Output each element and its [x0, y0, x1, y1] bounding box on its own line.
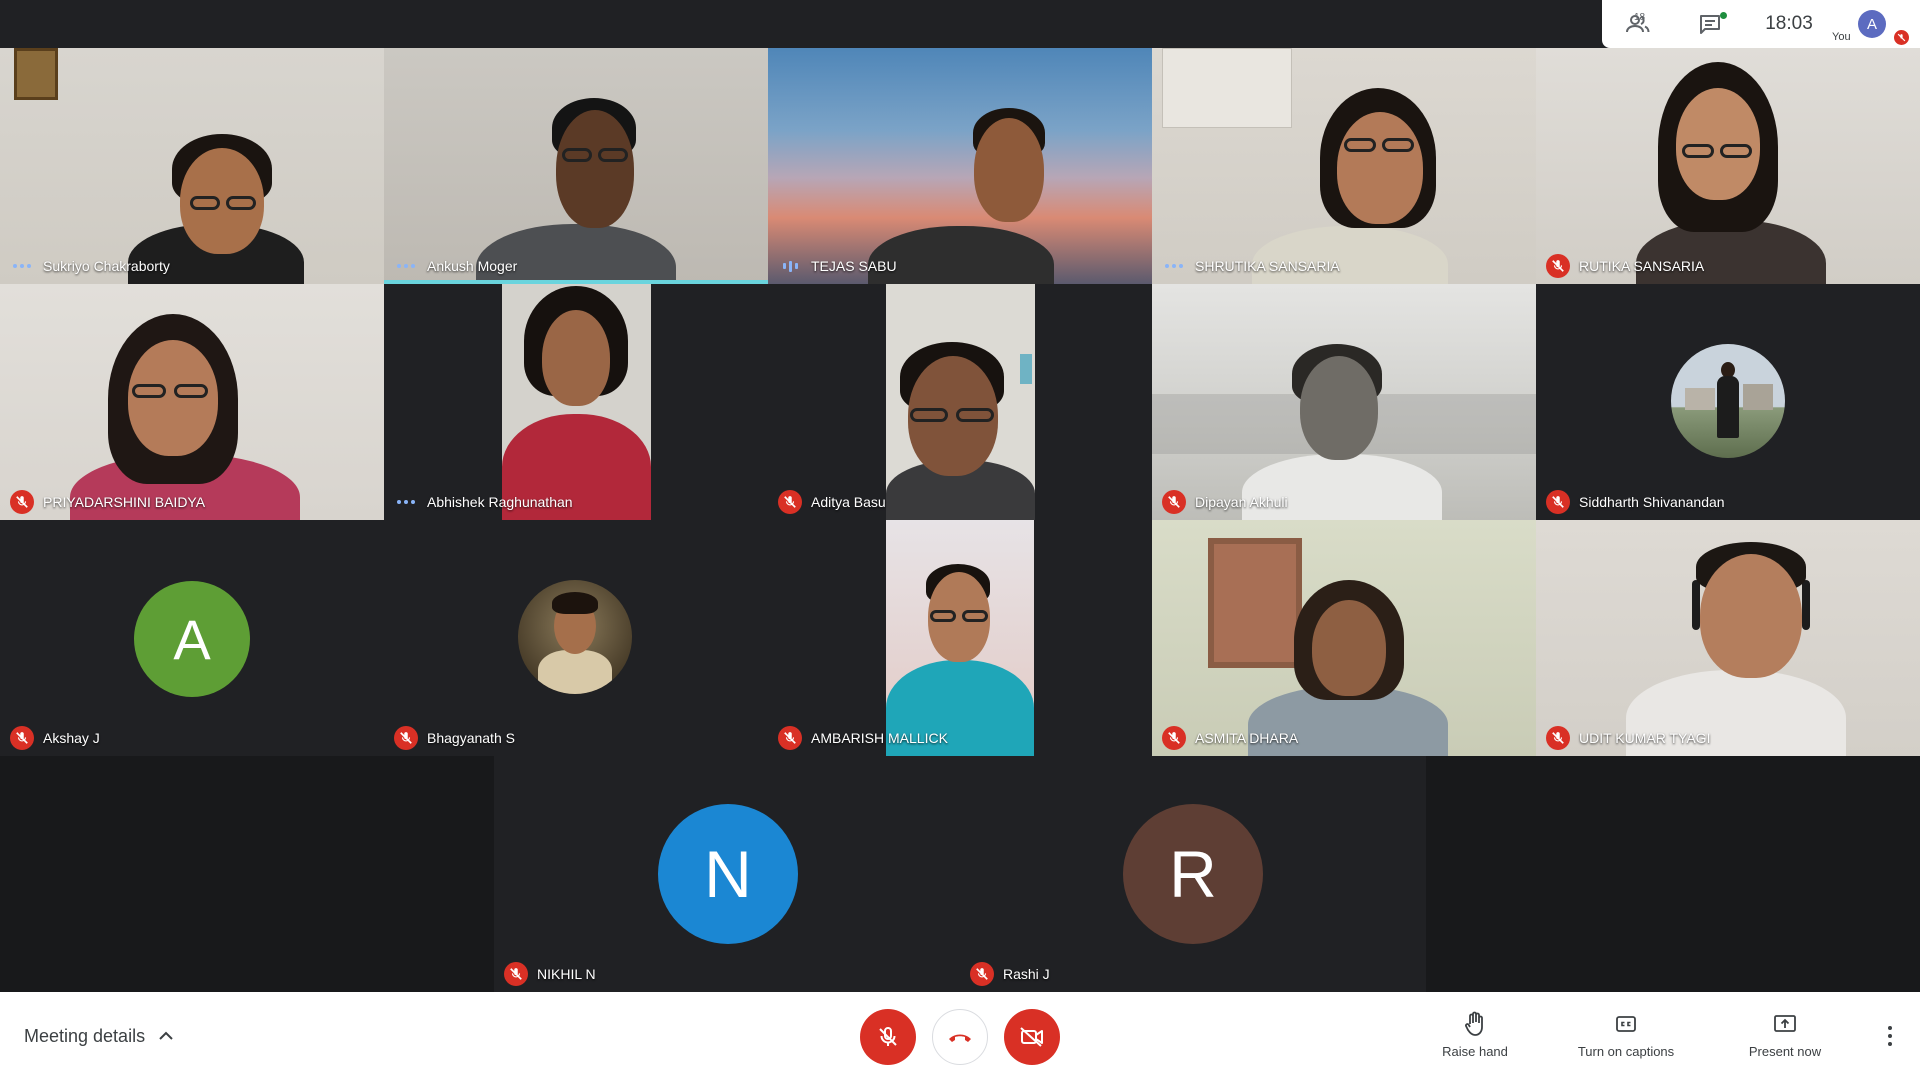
speaking-level-icon: [778, 254, 802, 278]
raise-hand-label: Raise hand: [1442, 1044, 1508, 1059]
participant-tile[interactable]: RUTIKA SANSARIA: [1536, 48, 1920, 284]
participant-name: Bhagyanath S: [427, 730, 515, 746]
self-avatar[interactable]: A: [1858, 10, 1886, 38]
audio-dots-icon: [10, 254, 34, 278]
participant-name: Dipayan Akhuli: [1195, 494, 1288, 510]
mic-off-icon: [504, 962, 528, 986]
mic-off-icon: [1546, 726, 1570, 750]
participant-tile[interactable]: Abhishek Raghunathan: [384, 284, 768, 520]
letter-avatar: N: [658, 804, 798, 944]
participant-name: Akshay J: [43, 730, 100, 746]
letter-avatar: A: [134, 581, 250, 697]
participant-name: Siddharth Shivanandan: [1579, 494, 1725, 510]
participant-tile[interactable]: SHRUTIKA SANSARIA: [1152, 48, 1536, 284]
mic-off-icon: [879, 1027, 897, 1046]
participant-tile[interactable]: Bhagyanath S: [384, 520, 768, 756]
mic-off-icon: [1546, 254, 1570, 278]
mic-off-icon: [10, 490, 34, 514]
participant-tile[interactable]: A Akshay J: [0, 520, 384, 756]
participant-tile[interactable]: Dipayan Akhuli: [1152, 284, 1536, 520]
meeting-clock: 18:03: [1765, 13, 1813, 34]
control-bar: Meeting details Raise hand Turn on capti…: [0, 992, 1920, 1080]
participant-name: Abhishek Raghunathan: [427, 494, 573, 510]
participant-count: 18: [1634, 12, 1646, 23]
participant-name: Rashi J: [1003, 966, 1050, 982]
audio-dots-icon: [394, 254, 418, 278]
participant-tile[interactable]: AMBARISH MALLICK: [768, 520, 1152, 756]
participant-tile[interactable]: TEJAS SABU: [768, 48, 1152, 284]
letter-avatar: R: [1123, 804, 1263, 944]
raise-hand-button[interactable]: Raise hand: [1430, 1010, 1520, 1066]
chat-button[interactable]: [1686, 0, 1734, 48]
participant-tile[interactable]: UDIT KUMAR TYAGI: [1536, 520, 1920, 756]
camera-off-icon: [1020, 1027, 1043, 1047]
camera-toggle-button[interactable]: [1004, 1009, 1060, 1065]
hang-up-icon: [949, 1034, 971, 1042]
mic-off-icon: [394, 726, 418, 750]
self-muted-icon: [1894, 30, 1909, 45]
participant-tile[interactable]: Ankush Moger: [384, 48, 768, 284]
participant-name: Ankush Moger: [427, 258, 518, 274]
leave-call-button[interactable]: [932, 1009, 988, 1065]
participant-tile[interactable]: Aditya Basu: [768, 284, 1152, 520]
more-vert-icon: [1888, 1024, 1892, 1048]
mic-off-icon: [1162, 726, 1186, 750]
participant-tile[interactable]: Siddharth Shivanandan: [1536, 284, 1920, 520]
participant-name: UDIT KUMAR TYAGI: [1579, 730, 1711, 746]
mic-off-icon: [778, 726, 802, 750]
audio-dots-icon: [394, 490, 418, 514]
profile-photo: [518, 580, 632, 694]
more-options-button[interactable]: [1874, 1018, 1906, 1054]
participant-tile[interactable]: N NIKHIL N: [494, 756, 960, 992]
present-now-button[interactable]: Present now: [1740, 1010, 1830, 1066]
audio-dots-icon: [1162, 254, 1186, 278]
participant-name: Sukriyo Chakraborty: [43, 258, 170, 274]
mic-off-icon: [1162, 490, 1186, 514]
captions-label: Turn on captions: [1577, 1044, 1675, 1059]
participant-name: PRIYADARSHINI BAIDYA: [43, 494, 206, 510]
participant-tile[interactable]: ASMITA DHARA: [1152, 520, 1536, 756]
meeting-details-label: Meeting details: [24, 1025, 146, 1046]
meeting-info-panel: 18 18:03 A You: [1602, 0, 1920, 48]
empty-grid-area: [0, 756, 494, 992]
mic-off-icon: [778, 490, 802, 514]
meet-stage: 18 18:03 A You Sukriyo Chakraborty Ankus…: [0, 0, 1920, 1080]
participant-name: ASMITA DHARA: [1195, 730, 1299, 746]
participant-name: RUTIKA SANSARIA: [1579, 258, 1705, 274]
participant-name: SHRUTIKA SANSARIA: [1195, 258, 1340, 274]
participant-tile[interactable]: Sukriyo Chakraborty: [0, 48, 384, 284]
participant-name: NIKHIL N: [537, 966, 596, 982]
closed-captions-icon: [1616, 1016, 1636, 1032]
new-message-dot: [1720, 12, 1727, 19]
mic-off-icon: [970, 962, 994, 986]
top-bar: 18 18:03 A You: [0, 0, 1920, 48]
present-now-label: Present now: [1748, 1044, 1822, 1059]
participant-tile[interactable]: PRIYADARSHINI BAIDYA: [0, 284, 384, 520]
participant-name: AMBARISH MALLICK: [811, 730, 948, 746]
participant-name: Aditya Basu: [811, 494, 886, 510]
mic-off-icon: [1546, 490, 1570, 514]
participant-name: TEJAS SABU: [811, 258, 897, 274]
chevron-up-icon: [159, 1031, 173, 1040]
captions-button[interactable]: Turn on captions: [1568, 1010, 1684, 1066]
hand-icon: [1465, 1011, 1483, 1036]
present-screen-icon: [1774, 1015, 1796, 1032]
microphone-toggle-button[interactable]: [860, 1009, 916, 1065]
people-button[interactable]: [1614, 0, 1662, 48]
participant-tile[interactable]: R Rashi J: [960, 756, 1426, 992]
profile-photo: [1671, 344, 1785, 458]
chat-icon: [1700, 15, 1720, 34]
self-label: You: [1832, 31, 1851, 43]
meeting-details-button[interactable]: Meeting details: [24, 992, 173, 1080]
mic-off-icon: [10, 726, 34, 750]
empty-grid-area: [1426, 756, 1920, 992]
